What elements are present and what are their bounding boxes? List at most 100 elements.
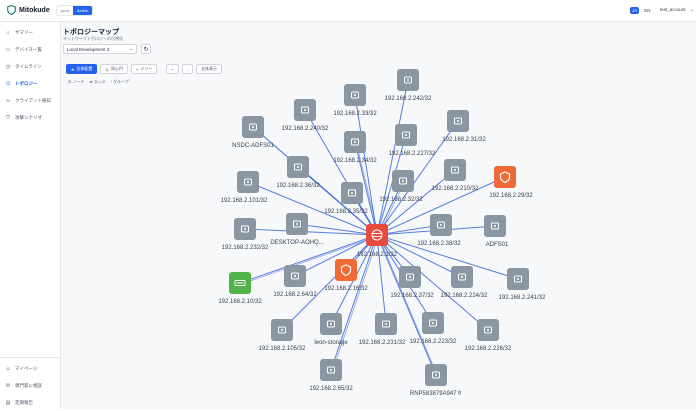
sidebar-item-label: マイページ [15, 365, 38, 371]
node-192-168-2-105-32[interactable] [271, 319, 293, 341]
node-192-168-2-31-32[interactable] [447, 110, 469, 132]
node-label: 192.168.2.10/32 [218, 299, 262, 305]
node-label: 192.168.2.231/32 [359, 340, 406, 346]
node-label: 192.168.2.226/32 [465, 346, 512, 352]
sidebar-bottom: ☺ マイページ ✉ 専門家に相談 ▤ 定期報告 [0, 357, 60, 411]
node-label: 192.168.2.16/32 [324, 286, 368, 292]
env-toggle[interactable]: prod Active [56, 5, 93, 16]
node-192-168-2-38-32[interactable] [430, 214, 452, 236]
chat-icon: ✉ [5, 382, 11, 389]
logo[interactable]: Mitokude [7, 5, 50, 15]
topology-graph[interactable]: 192.168.2.242/32 192.168.2.33/32 192.168.2… [61, 22, 696, 409]
node-192-168-2-226-32[interactable] [477, 319, 499, 341]
top-bar: Mitokude prod Active JA EN test_account … [0, 0, 696, 22]
node-label: 192.168.2.101/32 [221, 198, 268, 204]
link-icon: ∞ [6, 97, 10, 104]
sidebar-item-label: 攻撃シナリオ [15, 114, 42, 120]
sidebar-item-label: 定期報告 [15, 399, 33, 405]
sidebar-item-client-detection[interactable]: ∞ クライアント検知 [0, 92, 60, 109]
sidebar-item-mypage[interactable]: ☺ マイページ [0, 360, 60, 377]
node-192-168-2-65-32[interactable] [320, 359, 342, 381]
node-label: 192.168.2.33/32 [333, 111, 377, 117]
node-label: 192.168.2.232/32 [222, 245, 269, 251]
node-label: 192.168.2.36/32 [276, 183, 320, 189]
node-192-168-2-101-32[interactable] [237, 171, 259, 193]
node-label: 192.168.2.31/32 [442, 137, 486, 143]
node-label: 192.168.2.37/32 [390, 293, 434, 299]
node-192-168-2-34-32[interactable] [344, 131, 366, 153]
node-192-168-2-35-32[interactable] [341, 182, 363, 204]
node-192-168-2-223-32[interactable] [422, 312, 444, 334]
node-nsdc-adfs01[interactable] [242, 116, 264, 138]
sidebar-item-timeline[interactable]: ◷ タイムライン [0, 58, 60, 75]
sidebar-item-devices[interactable]: ▭ デバイス一覧 [0, 41, 60, 58]
env-option-active[interactable]: Active [73, 6, 92, 15]
node-label: 192.168.2.210/32 [432, 186, 479, 192]
node-label: 192.168.2.32/32 [379, 197, 423, 203]
account-menu[interactable]: test_account ⌄ [660, 7, 694, 13]
node-rnp583879a947[interactable] [425, 364, 447, 386]
node-192-168-2-64-32[interactable] [284, 265, 306, 287]
node-192-168-2-36-32[interactable] [287, 156, 309, 178]
sidebar-item-attack-scenario[interactable]: ⛉ 攻撃シナリオ [0, 109, 60, 126]
node-192-168-2-16-32[interactable] [335, 259, 357, 281]
lang-en-button[interactable]: EN [643, 7, 651, 14]
sidebar-item-label: クライアント検知 [15, 97, 51, 103]
node-192-168-2-224-32[interactable] [451, 266, 473, 288]
edge [376, 234, 387, 325]
node-192-168-2-210-32[interactable] [444, 159, 466, 181]
node-192-168-2-33-32[interactable] [344, 84, 366, 106]
node-leon-storage[interactable] [320, 313, 342, 335]
node-192-168-2-232-32[interactable] [234, 218, 256, 240]
sidebar-item-report[interactable]: ▤ 定期報告 [0, 394, 60, 411]
account-name: test_account [660, 7, 686, 12]
node-192-168-2-231-32[interactable] [375, 313, 397, 335]
node-adfs01[interactable] [484, 215, 506, 237]
chevron-down-icon: ⌄ [690, 7, 695, 12]
node-label: 192.168.2.224/32 [441, 293, 488, 299]
monitor-icon: ▭ [5, 46, 11, 53]
node-label: 192.168.2.64/32 [273, 292, 317, 298]
user-icon: ☺ [5, 365, 11, 372]
sidebar-item-label: 専門家に相談 [15, 382, 42, 388]
node-desktop-aohq[interactable] [286, 213, 308, 235]
lang-ja-button[interactable]: JA [630, 7, 640, 14]
router-node[interactable] [366, 224, 388, 246]
node-192-168-2-240-32[interactable] [294, 99, 316, 121]
sidebar-item-topology[interactable]: ⌬ トポロジー [0, 75, 60, 92]
env-option-prod[interactable]: prod [57, 6, 73, 15]
node-192-168-2-241-32[interactable] [507, 268, 529, 290]
node-192-168-2-29-32[interactable] [494, 166, 516, 188]
sidebar: ⌂ サマリー ▭ デバイス一覧 ◷ タイムライン ⌬ トポロジー ∞ クライアン… [0, 22, 61, 409]
node-192-168-2-10-32[interactable] [229, 272, 251, 294]
node-192-168-2-227-32[interactable] [395, 124, 417, 146]
node-192-168-2-242-32[interactable] [397, 69, 419, 91]
shield-icon: ⛉ [6, 114, 10, 121]
node-192-168-2-37-32[interactable] [399, 266, 421, 288]
home-icon: ⌂ [6, 29, 10, 36]
language-switch: JA EN [630, 7, 652, 14]
node-label: 192.168.2.241/32 [499, 295, 546, 301]
document-icon: ▤ [5, 399, 11, 406]
shield-logo-icon [7, 5, 16, 15]
node-label: DESKTOP-AOHQ... [270, 240, 324, 246]
sidebar-item-summary[interactable]: ⌂ サマリー [0, 24, 60, 41]
sidebar-item-consult[interactable]: ✉ 専門家に相談 [0, 377, 60, 394]
node-label: RNP583879A947ㅎ [410, 391, 462, 397]
node-label: NSDC-ADFS01 [232, 143, 274, 149]
clock-icon: ◷ [5, 63, 11, 70]
edge [376, 79, 409, 236]
node-label: ADFS01 [486, 242, 509, 248]
logo-text: Mitokude [19, 6, 50, 14]
node-label: 192.168.2.65/32 [309, 386, 353, 392]
node-label: 192.168.2.240/32 [282, 126, 329, 132]
node-box[interactable] [494, 166, 516, 188]
node-box[interactable] [335, 259, 357, 281]
node-label: 192.168.2.38/32 [417, 241, 461, 247]
node-label: 192.168.2.223/32 [410, 339, 457, 345]
node-label: 192.168.2.35/32 [324, 209, 368, 215]
node-label: 192.168.2.34/32 [333, 158, 377, 164]
node-box[interactable] [366, 224, 388, 246]
node-192-168-2-32-32[interactable] [392, 170, 414, 192]
sidebar-item-label: デバイス一覧 [15, 46, 42, 52]
